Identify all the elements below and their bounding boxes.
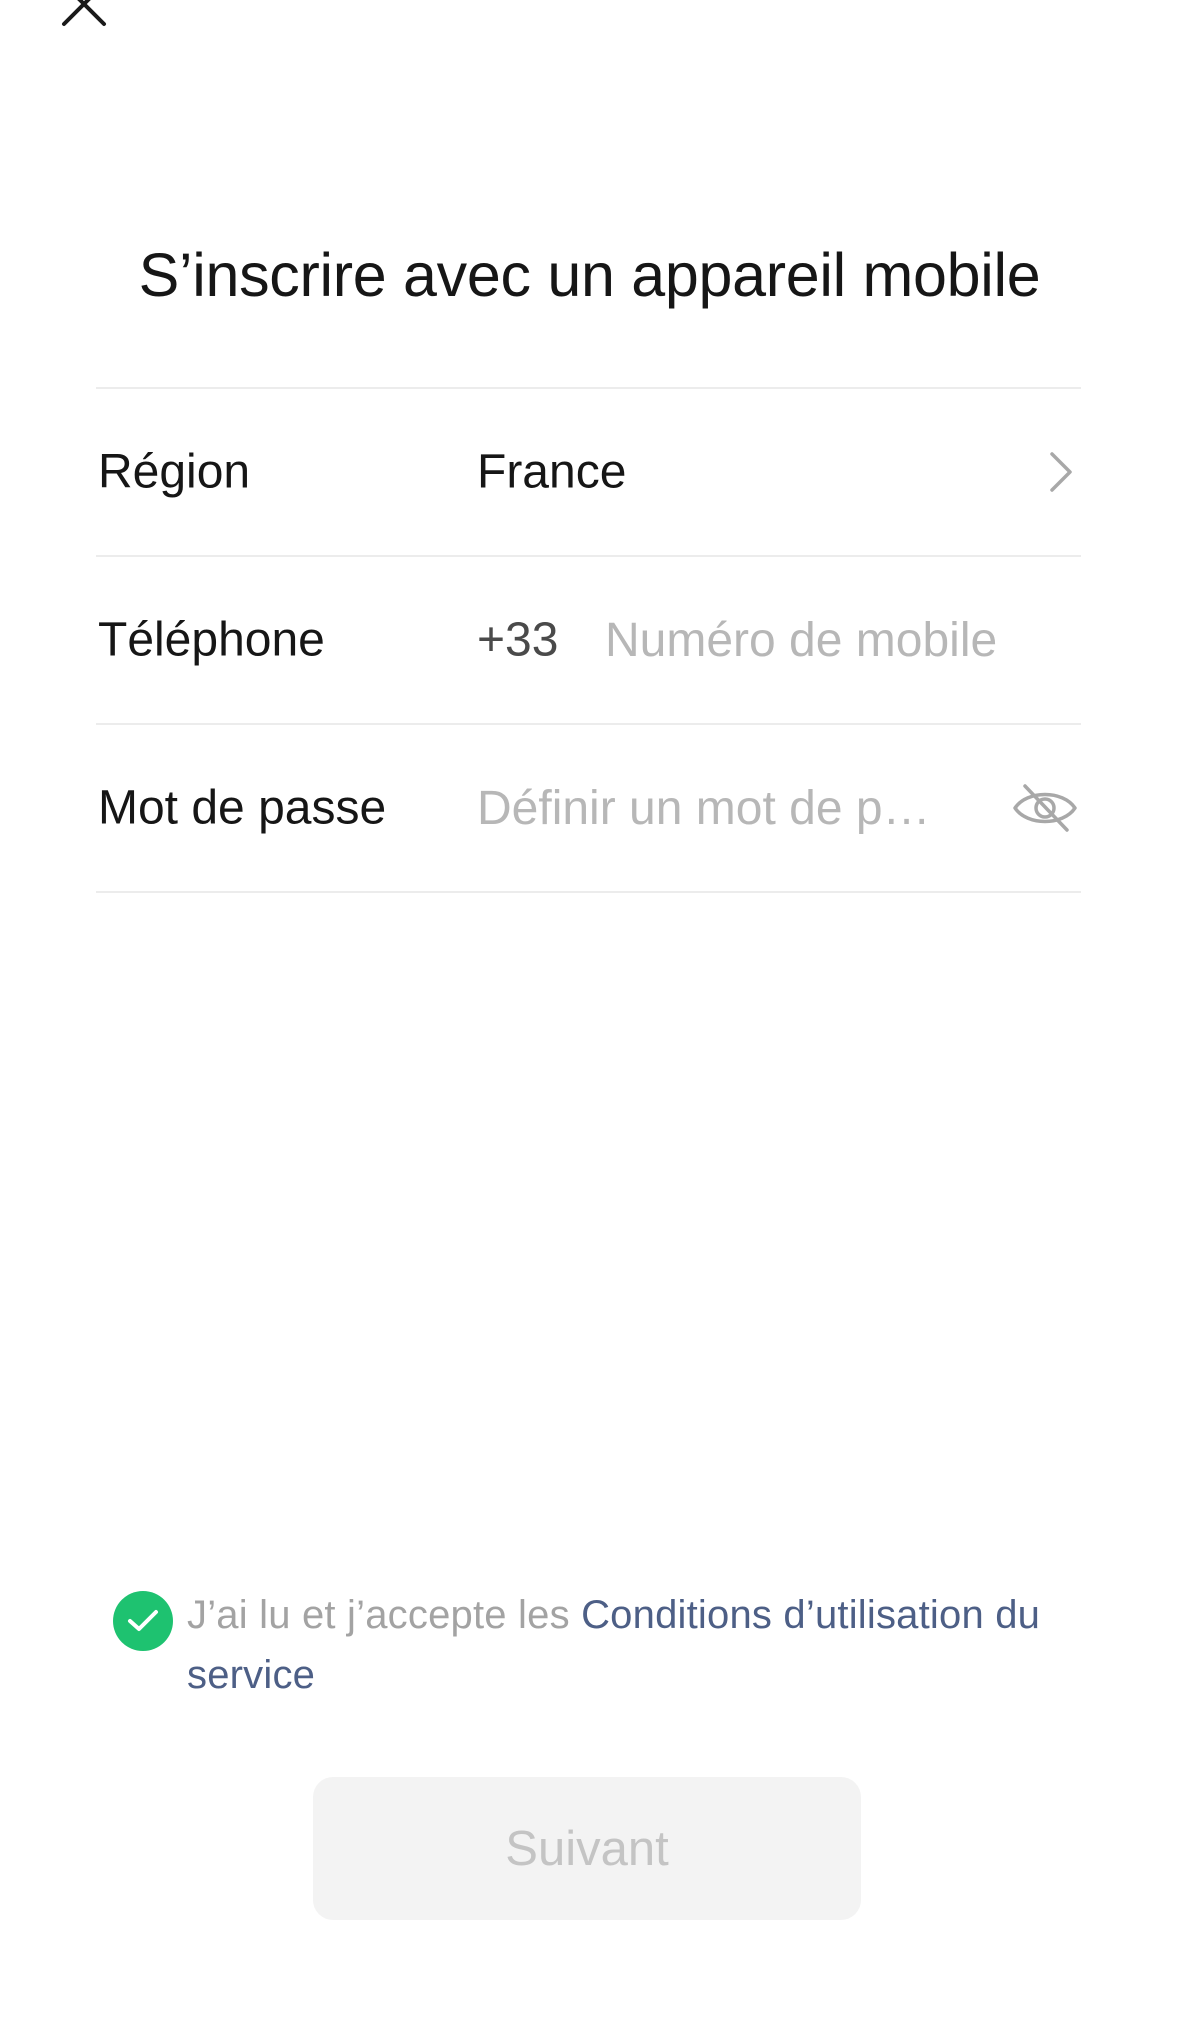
checkmark-icon (128, 1610, 158, 1631)
region-row[interactable]: Région France (96, 389, 1081, 555)
eye-off-icon[interactable] (1011, 782, 1079, 834)
terms-agreement: J’ai lu et j’accepte les Conditions d’ut… (113, 1585, 1073, 1705)
agreement-text: J’ai lu et j’accepte les Conditions d’ut… (187, 1585, 1073, 1705)
page-title: S’inscrire avec un appareil mobile (138, 241, 1041, 309)
password-input[interactable] (477, 776, 957, 840)
close-button[interactable] (52, 0, 116, 36)
region-value: France (477, 445, 627, 499)
close-icon (62, 0, 106, 26)
chevron-right-icon (1050, 452, 1072, 492)
agree-checkbox[interactable] (113, 1591, 173, 1651)
country-code: +33 (477, 613, 559, 667)
password-row: Mot de passe (96, 725, 1081, 891)
region-label: Région (98, 445, 251, 499)
phone-input[interactable] (605, 608, 1075, 672)
phone-label: Téléphone (98, 613, 325, 667)
signup-form: Région France Téléphone +33 Mot de passe (96, 387, 1081, 893)
phone-row: Téléphone +33 (96, 557, 1081, 723)
password-label: Mot de passe (98, 781, 387, 835)
divider (96, 891, 1081, 893)
next-button[interactable]: Suivant (313, 1777, 861, 1920)
agreement-prefix: J’ai lu et j’accepte les (187, 1593, 582, 1637)
